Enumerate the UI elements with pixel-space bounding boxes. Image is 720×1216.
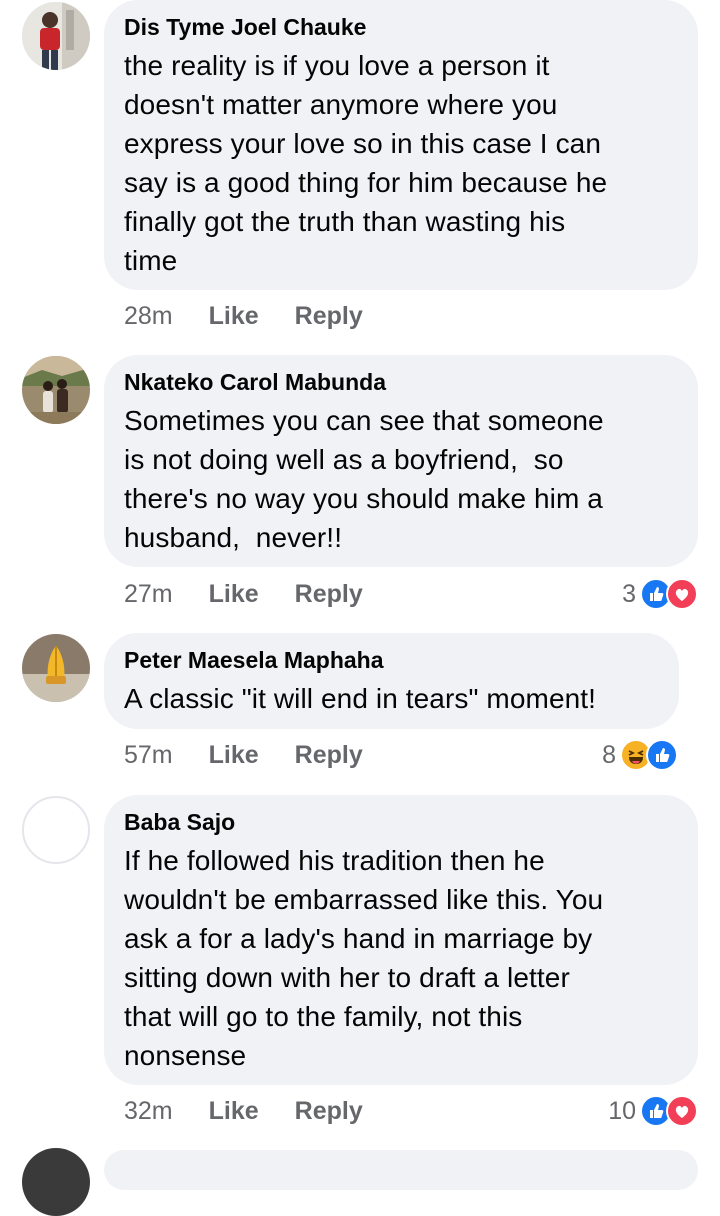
comment-actions: 57m Like Reply bbox=[124, 737, 399, 773]
love-icon bbox=[666, 1095, 698, 1127]
comment-actions: 27m Like Reply bbox=[124, 576, 399, 612]
comment-author[interactable]: Nkateko Carol Mabunda bbox=[124, 367, 678, 397]
reaction-count: 10 bbox=[608, 1096, 636, 1125]
comment-bubble: Baba Sajo If he followed his tradition t… bbox=[104, 795, 698, 1085]
like-icon bbox=[646, 739, 678, 771]
comment-author[interactable]: Peter Maesela Maphaha bbox=[124, 645, 659, 675]
comment-author[interactable]: Baba Sajo bbox=[124, 807, 678, 837]
reply-button[interactable]: Reply bbox=[295, 580, 363, 609]
love-icon bbox=[666, 578, 698, 610]
comment-actions: 28m Like Reply bbox=[124, 298, 399, 334]
like-button[interactable]: Like bbox=[209, 1097, 259, 1126]
comment-time[interactable]: 32m bbox=[124, 1097, 173, 1126]
comment-author[interactable]: Dis Tyme Joel Chauke bbox=[124, 12, 678, 42]
avatar[interactable] bbox=[22, 2, 90, 70]
comment-text: Sometimes you can see that someone is no… bbox=[124, 405, 604, 553]
reaction-summary[interactable]: 8 bbox=[602, 737, 678, 773]
comment-time[interactable]: 28m bbox=[124, 302, 173, 331]
comment-bubble bbox=[104, 1150, 698, 1190]
comment-actions: 32m Like Reply bbox=[124, 1093, 399, 1129]
reaction-summary[interactable]: 10 bbox=[608, 1093, 698, 1129]
reply-button[interactable]: Reply bbox=[295, 1097, 363, 1126]
comment-bubble: Nkateko Carol Mabunda Sometimes you can … bbox=[104, 355, 698, 567]
comment-text: A classic "it will end in tears" moment! bbox=[124, 683, 597, 714]
reaction-count: 3 bbox=[622, 579, 636, 608]
reaction-summary[interactable]: 3 bbox=[622, 576, 698, 612]
reply-button[interactable]: Reply bbox=[295, 741, 363, 770]
reaction-count: 8 bbox=[602, 740, 616, 769]
comment-time[interactable]: 27m bbox=[124, 580, 173, 609]
avatar[interactable] bbox=[22, 1148, 90, 1216]
avatar[interactable] bbox=[22, 634, 90, 702]
reply-button[interactable]: Reply bbox=[295, 302, 363, 331]
avatar[interactable] bbox=[22, 796, 90, 864]
like-button[interactable]: Like bbox=[209, 741, 259, 770]
avatar[interactable] bbox=[22, 356, 90, 424]
comment-text: If he followed his tradition then he wou… bbox=[124, 845, 604, 1071]
like-button[interactable]: Like bbox=[209, 580, 259, 609]
comment-time[interactable]: 57m bbox=[124, 741, 173, 770]
comment-bubble: Peter Maesela Maphaha A classic "it will… bbox=[104, 633, 679, 729]
like-button[interactable]: Like bbox=[209, 302, 259, 331]
comment-text: the reality is if you love a person it d… bbox=[124, 50, 608, 276]
comment-bubble: Dis Tyme Joel Chauke the reality is if y… bbox=[104, 0, 698, 290]
